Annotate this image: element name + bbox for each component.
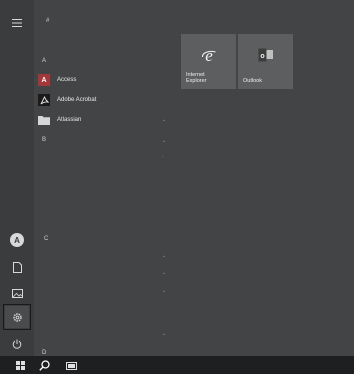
pictures-button[interactable] [5,282,29,304]
settings-icon [12,312,22,322]
taskbar [0,356,354,374]
app-list: # A A Access Adobe Acrobat Atlassian ⌄ B… [34,0,174,356]
tile-label-internet-explorer: Internet Explorer [186,72,207,84]
documents-icon [12,261,22,273]
chevron-down-icon[interactable]: · [162,154,164,160]
search-button[interactable] [36,356,52,374]
app-item-access[interactable]: A Access [38,73,76,87]
chevron-down-icon[interactable]: ⌄ [162,138,166,144]
svg-text:o: o [260,53,264,60]
task-view-button[interactable] [63,356,79,374]
folder-icon [38,114,50,126]
group-header-b[interactable]: B [42,137,46,143]
adobe-acrobat-icon [38,94,50,106]
documents-button[interactable] [5,256,29,278]
start-menu: A # A A Access Adobe Acrobat Atlassian ⌄… [0,0,354,374]
expand-menu-button[interactable] [5,12,29,34]
chevron-down-icon[interactable]: ⌄ [162,270,166,276]
app-label-adobe-acrobat: Adobe Acrobat [57,97,97,103]
avatar-initial: A [14,235,20,245]
chevron-down-icon[interactable]: ⌄ [162,288,166,294]
start-button[interactable] [12,356,28,374]
settings-button[interactable] [3,304,31,330]
group-header-c[interactable]: C [44,236,48,242]
start-menu-rail: A [0,0,34,356]
user-account-button[interactable]: A [5,229,29,251]
svg-text:e: e [205,48,213,64]
outlook-icon: o [258,48,273,62]
pictures-icon [11,288,23,298]
user-avatar-icon: A [10,233,24,247]
chevron-down-icon[interactable]: ⌄ [162,117,166,123]
group-header-a[interactable]: A [42,58,46,64]
tile-outlook[interactable]: o Outlook [238,34,293,89]
app-label-atlassian: Atlassian [57,117,82,123]
chevron-down-icon[interactable]: ⌄ [162,253,166,259]
task-view-icon [65,361,77,370]
internet-explorer-icon: e [201,48,216,64]
power-icon [12,339,22,349]
power-button[interactable] [5,333,29,355]
chevron-down-icon[interactable]: ⌄ [162,331,166,337]
tile-internet-explorer[interactable]: e Internet Explorer [181,34,236,89]
app-label-access: Access [57,77,77,83]
app-item-adobe-acrobat[interactable]: Adobe Acrobat [38,93,96,107]
app-item-atlassian[interactable]: Atlassian [38,113,81,127]
group-header-hash[interactable]: # [46,18,49,24]
start-windows-icon [15,360,25,370]
tile-label-outlook: Outlook [243,78,262,84]
hamburger-menu-icon [12,19,22,27]
access-app-icon: A [38,74,50,86]
search-icon [38,359,50,371]
